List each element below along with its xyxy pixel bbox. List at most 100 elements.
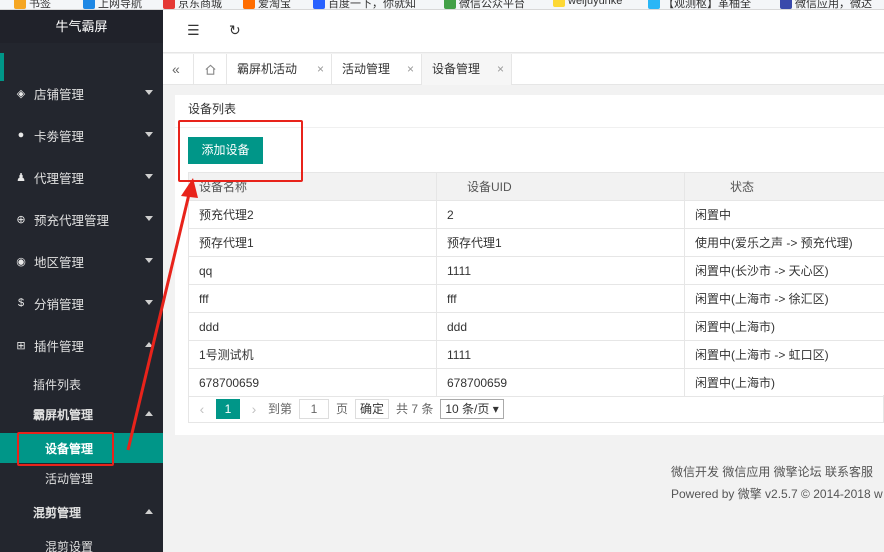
app-logo: 牛气霸屏 [0, 10, 163, 43]
page-unit: 页 [336, 402, 349, 416]
page-number-current[interactable]: 1 [216, 398, 240, 419]
table-row[interactable]: qq 1111 闲置中(长沙市 -> 天心区) [188, 256, 884, 285]
tab-device[interactable]: 设备管理 × [422, 54, 512, 85]
pagination: ‹ 1 › 到第 1 页 确定 共 7 条 10 条/页 ▾ [188, 395, 884, 423]
chevron-down-icon [145, 216, 153, 221]
table-cell: 闲置中(上海市 -> 虹口区) [684, 340, 884, 369]
sidebar-sub-hunjian-setting[interactable]: 混剪设置 [0, 531, 163, 552]
table-cell: 1111 [436, 340, 685, 369]
compass-icon: ◉ [16, 255, 26, 268]
top-header: ☰ ↻ [163, 10, 884, 53]
folder-icon [553, 0, 565, 7]
chevron-up-icon [145, 342, 153, 347]
sidebar-item-agent[interactable]: ♟ 代理管理 [0, 156, 163, 198]
table-cell: 1111 [436, 256, 685, 285]
main-content: 设备列表 添加设备 设备名称 设备UID 状态 预充代理2 2 闲置中 预存代理1 预存… [163, 85, 884, 552]
sidebar: 牛气霸屏 ◈ 店铺管理 ● 卡劵管理 ♟ 代理管理 ⊕ 预充代理管理 ◉ 地区管理 $ 分销… [0, 10, 163, 552]
sidebar-item-distribution[interactable]: $ 分销管理 [0, 282, 163, 324]
table-cell: 使用中(爱乐之声 -> 预充代理) [684, 228, 884, 257]
column-header[interactable]: 设备UID [436, 172, 685, 201]
plus-circle-icon: ⊕ [16, 213, 26, 226]
table-cell: fff [436, 284, 685, 313]
bookmark-baidu[interactable]: 百度一下，你就知 [313, 0, 416, 9]
next-page-icon[interactable]: › [247, 401, 261, 417]
baidu-icon [313, 0, 325, 9]
table-cell: 1号测试机 [188, 340, 437, 369]
chevron-up-icon [145, 509, 153, 514]
table-row[interactable]: 预存代理1 预存代理1 使用中(爱乐之声 -> 预充代理) [188, 228, 884, 257]
tab-bar: « 霸屏机活动 × 活动管理 × 设备管理 × [163, 54, 884, 85]
tabs-scroll-left-icon[interactable]: « [163, 54, 194, 85]
star-icon [14, 0, 26, 9]
close-icon[interactable]: × [407, 54, 414, 85]
goto-page-input[interactable]: 1 [299, 398, 330, 419]
grid-icon: ⊞ [16, 339, 26, 352]
page-size-select[interactable]: 10 条/页 ▾ [440, 398, 504, 419]
sidebar-sub-plugin-list[interactable]: 插件列表 [0, 369, 163, 399]
close-icon[interactable]: × [497, 54, 504, 85]
home-icon [205, 64, 216, 76]
taobao-icon [243, 0, 255, 9]
table-header-row: 设备名称 设备UID 状态 [188, 172, 884, 201]
table-row[interactable]: 1号测试机 1111 闲置中(上海市 -> 虹口区) [188, 340, 884, 369]
ie-icon [83, 0, 95, 9]
chevron-down-icon [145, 300, 153, 305]
footer-powered: Powered by 微擎 v2.5.7 © 2014-2018 w [671, 487, 883, 501]
user-icon: ♟ [16, 171, 26, 184]
page-icon [648, 0, 660, 9]
column-header[interactable]: 状态 [684, 172, 884, 201]
dollar-icon: $ [17, 297, 25, 309]
sidebar-item-shop[interactable]: ◈ 店铺管理 [0, 72, 163, 114]
tab-bapingji-activity[interactable]: 霸屏机活动 × [227, 54, 332, 85]
device-table: 设备名称 设备UID 状态 预充代理2 2 闲置中 预存代理1 预存代理1 使用中(爱乐之… [188, 172, 884, 397]
prev-page-icon[interactable]: ‹ [195, 401, 209, 417]
bookmark-folder[interactable]: weijuyunke [553, 0, 622, 7]
disc-icon: ● [17, 129, 25, 141]
bookmark-guance[interactable]: 【观测枢】革柚全 [648, 0, 751, 9]
table-cell: qq [188, 256, 437, 285]
sidebar-sub-hunjian[interactable]: 混剪管理 [0, 497, 163, 527]
chevron-up-icon [145, 411, 153, 416]
table-cell: 闲置中 [684, 200, 884, 229]
column-header[interactable]: 设备名称 [188, 172, 437, 201]
bookmark-nav[interactable]: 上网导航 [83, 0, 142, 9]
table-cell: 预存代理1 [188, 228, 437, 257]
bookmark-jd[interactable]: 京东商城 [163, 0, 222, 9]
sidebar-sub-bapingji[interactable]: 霸屏机管理 [0, 399, 163, 429]
chevron-down-icon [145, 258, 153, 263]
chevron-down-icon [145, 174, 153, 179]
sidebar-item-plugin[interactable]: ⊞ 插件管理 [0, 324, 163, 366]
table-cell: 闲置中(长沙市 -> 天心区) [684, 256, 884, 285]
sidebar-sub-activity[interactable]: 活动管理 [0, 463, 163, 493]
add-device-button[interactable]: 添加设备 [188, 137, 263, 164]
wechat-icon [444, 0, 456, 9]
bookmark-wechat[interactable]: 微信公众平台 [444, 0, 525, 9]
table-row[interactable]: fff fff 闲置中(上海市 -> 徐汇区) [188, 284, 884, 313]
table-row[interactable]: 678700659 678700659 闲置中(上海市) [188, 368, 884, 397]
globe-icon [780, 0, 792, 9]
refresh-icon[interactable]: ↻ [229, 22, 241, 39]
table-row[interactable]: ddd ddd 闲置中(上海市) [188, 312, 884, 341]
sidebar-item-region[interactable]: ◉ 地区管理 [0, 240, 163, 282]
bookmark-weiqing[interactable]: 微信应用，微达 [780, 0, 872, 9]
chevron-down-icon [145, 90, 153, 95]
footer-links[interactable]: 微信开发 微信应用 微擎论坛 联系客服 [671, 463, 873, 480]
tab-home[interactable] [194, 54, 227, 85]
table-cell: 678700659 [188, 368, 437, 397]
table-cell: 预充代理2 [188, 200, 437, 229]
goto-label: 到第 [268, 402, 293, 416]
sidebar-sub-device[interactable]: 设备管理 [0, 433, 163, 463]
table-row[interactable]: 预充代理2 2 闲置中 [188, 200, 884, 229]
sidebar-item-prepaid-agent[interactable]: ⊕ 预充代理管理 [0, 198, 163, 240]
bookmark-star[interactable]: 书签 [14, 0, 51, 9]
chevron-down-icon [145, 132, 153, 137]
close-icon[interactable]: × [317, 54, 324, 85]
collapse-menu-icon[interactable]: ☰ [187, 22, 200, 39]
tab-activity[interactable]: 活动管理 × [332, 54, 422, 85]
table-cell: ddd [188, 312, 437, 341]
sidebar-item-coupon[interactable]: ● 卡劵管理 [0, 114, 163, 156]
goto-confirm-button[interactable]: 确定 [355, 398, 390, 419]
table-cell: ddd [436, 312, 685, 341]
device-list-card: 设备列表 添加设备 设备名称 设备UID 状态 预充代理2 2 闲置中 预存代理1 预存… [175, 95, 884, 435]
bookmark-taobao[interactable]: 爱淘宝 [243, 0, 291, 9]
